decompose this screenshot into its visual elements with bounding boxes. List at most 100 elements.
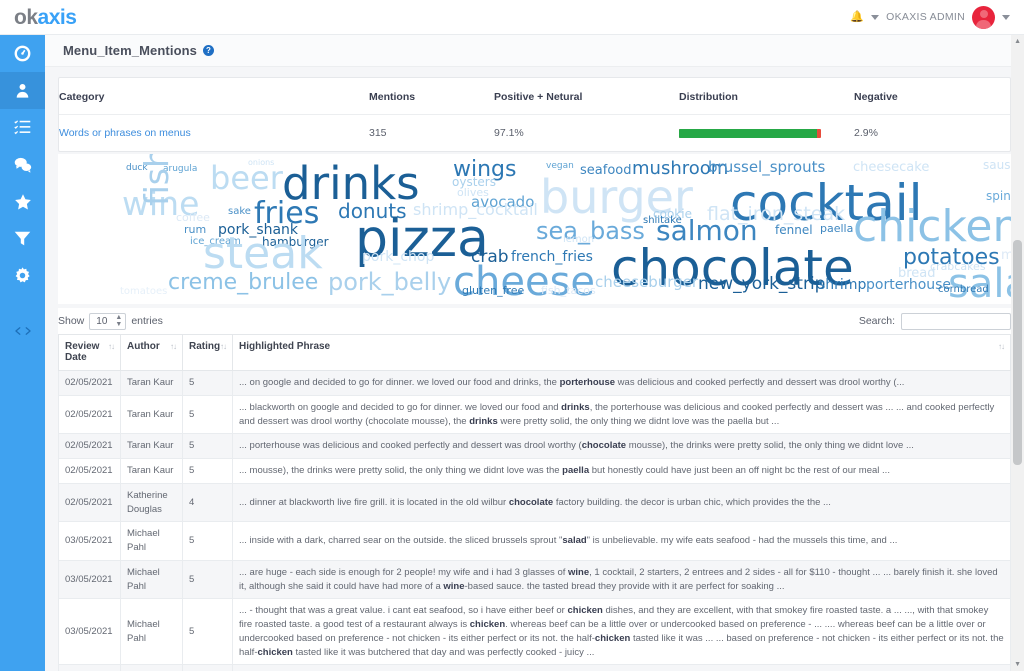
account-chevron-down-icon[interactable] <box>1002 14 1010 20</box>
negative-value: 2.9% <box>854 127 878 139</box>
sidebar-item-checklist[interactable] <box>0 109 45 146</box>
user-icon <box>16 83 29 98</box>
word-cloud-term[interactable]: paella <box>820 223 853 234</box>
sidebar-item-dashboard[interactable] <box>0 35 45 72</box>
cell-review-date: 03/05/2021 <box>58 598 121 666</box>
word-cloud-term[interactable]: chicken <box>853 205 1011 249</box>
word-cloud-term[interactable]: fennel <box>775 224 813 236</box>
scroll-down-arrow-icon[interactable]: ▼ <box>1014 661 1021 668</box>
chat-icon <box>14 157 31 173</box>
word-cloud-term[interactable]: lemon <box>563 235 594 245</box>
gear-icon <box>15 267 30 283</box>
word-cloud-term[interactable]: sake <box>228 207 251 217</box>
word-cloud-term[interactable]: fish <box>137 154 176 206</box>
reviews-table: Review Date ↑↓ Author ↑↓ Rating ↑↓ Highl… <box>58 334 1011 671</box>
cell-highlighted-phrase: ... porterhouse was delicious and cooked… <box>232 433 1011 460</box>
word-cloud-term[interactable]: pork_belly <box>328 270 451 294</box>
page-scrollbar[interactable]: ▲ ▼ <box>1011 35 1024 671</box>
sidebar-item-code[interactable] <box>0 312 45 349</box>
cell-rating: 5 <box>182 433 233 460</box>
cell-author: Michael Pahl <box>120 664 183 671</box>
bell-icon[interactable]: 🔔 <box>850 11 864 23</box>
checklist-icon <box>14 120 31 135</box>
page-length-select[interactable]: 10 ▲ ▼ <box>89 312 127 330</box>
word-cloud-term[interactable]: shrimp <box>818 278 866 292</box>
distribution-bar <box>679 128 821 138</box>
sort-icon[interactable]: ↑↓ <box>998 342 1005 351</box>
sidebar-item-users[interactable] <box>0 72 45 109</box>
cell-rating: 4 <box>182 482 233 523</box>
distribution-bar-positive <box>679 128 817 138</box>
summary-header-category: Category <box>59 78 369 115</box>
cell-highlighted-phrase: ... - thought that was a great value. i … <box>232 598 1011 666</box>
cell-highlighted-phrase: ... mousse), the drinks were pretty soli… <box>232 458 1011 484</box>
scroll-up-arrow-icon[interactable]: ▲ <box>1014 38 1021 45</box>
show-label: Show <box>58 315 85 327</box>
admin-name-label: OKAXIS ADMIN <box>886 11 965 23</box>
summary-table: Category Mentions Positive + Netural Dis… <box>59 78 1010 151</box>
sidebar-item-chat[interactable] <box>0 146 45 183</box>
word-cloud-term[interactable]: gluten_free <box>462 285 524 296</box>
column-header-rating[interactable]: Rating ↑↓ <box>182 334 233 371</box>
reviews-table-body: 02/05/2021 Taran Kaur 5... on google and d… <box>58 370 1011 671</box>
word-cloud-term[interactable]: creme_brulee <box>168 272 318 294</box>
sort-icon[interactable]: ↑↓ <box>220 342 227 351</box>
cell-rating: 5 <box>182 598 233 666</box>
word-cloud-term[interactable]: brussel_sprouts <box>708 160 825 175</box>
scrollbar-thumb[interactable] <box>1013 240 1022 465</box>
cell-review-date: 02/05/2021 <box>58 458 121 484</box>
word-cloud-term[interactable]: coffee <box>176 212 210 223</box>
column-header-highlighted-phrase[interactable]: Highlighted Phrase ↑↓ <box>232 334 1011 371</box>
column-header-author[interactable]: Author ↑↓ <box>120 334 183 371</box>
summary-header-negative: Negative <box>854 78 1010 115</box>
column-header-rating-label: Rating <box>189 341 221 352</box>
entries-label: entries <box>131 315 163 327</box>
word-cloud-term[interactable]: fish_tacos <box>541 285 596 296</box>
reviews-table-block: Show 10 ▲ ▼ entries Search: Review Date ↑… <box>58 308 1011 671</box>
avatar[interactable] <box>972 5 995 29</box>
word-cloud-term[interactable]: cheeseburger <box>595 275 698 290</box>
cell-rating: 5 <box>182 370 233 396</box>
word-cloud-term[interactable]: beer <box>210 162 283 194</box>
word-cloud-term[interactable]: cheesecake <box>853 161 929 174</box>
cell-highlighted-phrase: ... inside with a dark, charred sear on … <box>232 521 1011 561</box>
app-logo[interactable]: okaxis <box>0 7 170 28</box>
help-icon[interactable]: ? <box>202 45 214 56</box>
search-input[interactable] <box>901 312 1011 330</box>
cell-review-date: 02/05/2021 <box>58 370 121 396</box>
word-cloud-term[interactable]: tomatoes <box>120 287 167 297</box>
word-cloud-term[interactable]: new_york_strip <box>698 276 825 293</box>
top-bar: okaxis 🔔 OKAXIS ADMIN <box>0 0 1024 35</box>
column-header-review-date[interactable]: Review Date ↑↓ <box>58 334 121 371</box>
word-cloud-term[interactable]: cornbread <box>938 285 989 295</box>
summary-card: Category Mentions Positive + Netural Dis… <box>58 77 1011 152</box>
page-header: Menu_Item_Mentions ? <box>45 35 1024 67</box>
table-row: 03/05/2021 Michael Pahl 5... inside with a… <box>58 521 1011 561</box>
notifications-chevron-down-icon[interactable] <box>871 14 880 20</box>
sidebar-item-settings[interactable] <box>0 257 45 294</box>
table-row: 02/05/2021 Taran Kaur 5... blackworth on g… <box>58 394 1011 435</box>
cell-review-date: 02/05/2021 <box>58 433 121 460</box>
table-row: 03/05/2021 Michael Pahl 5... are huge - ea… <box>58 559 1011 600</box>
cell-rating: 5 <box>182 664 233 671</box>
cell-highlighted-phrase: ... blackworth on google and decided to … <box>232 394 1011 435</box>
chevron-down-icon: ▲ ▼ <box>115 314 123 328</box>
summary-header-row: Category Mentions Positive + Netural Dis… <box>59 78 1010 115</box>
cell-author: Taran Kaur <box>120 370 183 396</box>
word-cloud-term[interactable]: pork_chop <box>362 250 434 264</box>
sort-icon[interactable]: ↑↓ <box>170 342 177 351</box>
word-cloud-term[interactable]: sausage <box>983 159 1011 171</box>
summary-header-mentions: Mentions <box>369 78 494 115</box>
sidebar-item-favorites[interactable] <box>0 183 45 220</box>
cell-review-date: 03/05/2021 <box>58 559 121 600</box>
sidebar-item-filters[interactable] <box>0 220 45 257</box>
logo-text-axis: axis <box>37 5 77 29</box>
cell-author: Taran Kaur <box>120 458 183 484</box>
main-content: Menu_Item_Mentions ? Category Mentions P… <box>45 35 1024 671</box>
sort-icon[interactable]: ↑↓ <box>108 342 115 351</box>
table-row: 02/05/2021 Taran Kaur 5... on google and d… <box>58 370 1011 396</box>
category-link[interactable]: Words or phrases on menus <box>59 127 191 139</box>
table-row: 03/05/2021 Michael Pahl 5... - thought tha… <box>58 598 1011 666</box>
reviews-header-row: Review Date ↑↓ Author ↑↓ Rating ↑↓ Highl… <box>58 334 1011 371</box>
column-header-highlighted-phrase-label: Highlighted Phrase <box>239 341 331 352</box>
